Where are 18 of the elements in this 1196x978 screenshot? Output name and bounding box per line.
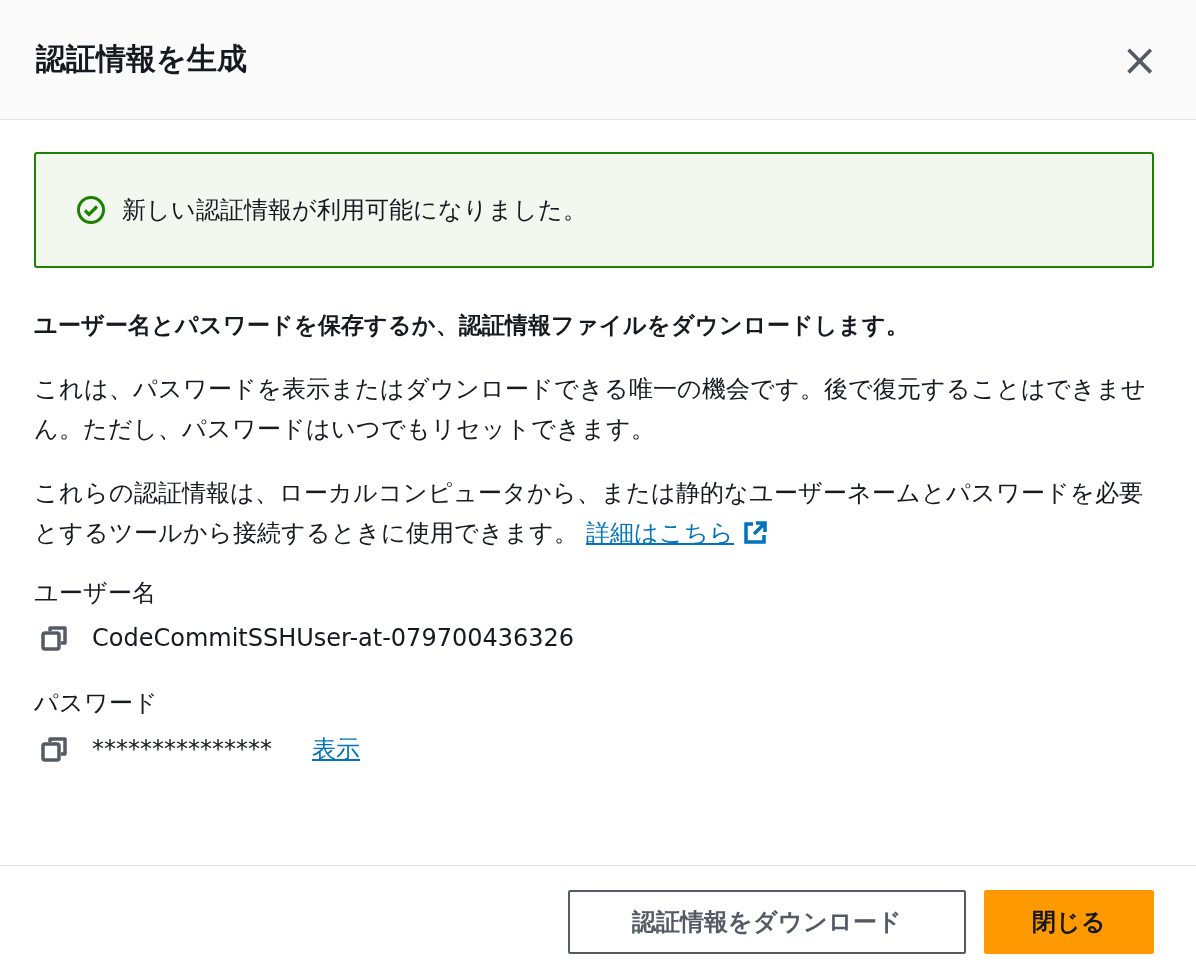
close-button[interactable]: × xyxy=(1117,37,1162,82)
copy-icon[interactable] xyxy=(40,623,70,653)
field-value: CodeCommitSSHUser-at-079700436326 xyxy=(92,624,575,652)
show-link[interactable]: 表示 xyxy=(312,733,360,765)
check-circle-icon xyxy=(76,195,106,225)
external-link-icon xyxy=(742,520,768,546)
field-label: パスワード xyxy=(34,688,159,719)
download-button[interactable]: 認証情報をダウンロード xyxy=(568,890,966,954)
close-dialog-button[interactable]: 閉じる xyxy=(984,890,1154,954)
alert-message: 新しい認証情報が利用可能になりました。 xyxy=(122,195,587,226)
section-heading: ユーザー名とパスワードを保存するか、認証情報ファイルをダウンロードします。 xyxy=(34,311,910,340)
copy-icon[interactable] xyxy=(40,734,70,764)
field-label: ユーザー名 xyxy=(34,578,157,609)
dialog-title: 認証情報を生成 xyxy=(36,40,247,78)
field-value: *************** xyxy=(92,735,272,763)
description-paragraph: これらの認証情報は、ローカルコンピュータから、または静的なユーザーネームとパスワードを必要とするツールから接続するときに使用できます。 詳細はこちら xyxy=(34,473,1154,553)
description-paragraph: これは、パスワードを表示またはダウンロードできる唯一の機会です。後で復元することはできません。ただし、パスワードはいつでもリセットできます。 xyxy=(34,374,1147,445)
learn-more-link[interactable]: 詳細はこちら xyxy=(586,513,768,553)
